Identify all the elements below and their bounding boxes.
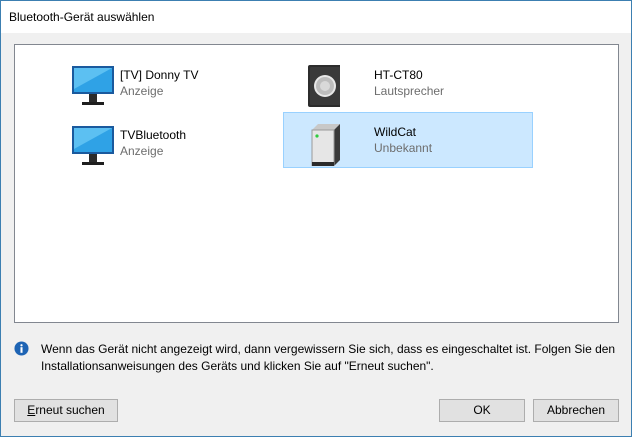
device-item-tvbluetooth[interactable]: TVBluetooth Anzeige xyxy=(57,116,305,170)
title-bar: Bluetooth-Gerät auswählen xyxy=(1,1,631,33)
device-type: Anzeige xyxy=(120,144,164,158)
unknown-device-icon xyxy=(311,124,340,166)
device-item-wildcat[interactable]: WildCat Unbekannt xyxy=(283,112,533,168)
cancel-button[interactable]: Abbrechen xyxy=(533,399,619,422)
device-name: HT-CT80 xyxy=(374,68,423,82)
device-item-ht-ct80[interactable]: HT-CT80 Lautsprecher xyxy=(283,56,531,110)
device-name: [TV] Donny TV xyxy=(120,68,199,82)
device-list[interactable]: [TV] Donny TV Anzeige HT-CT80 Lautsprech… xyxy=(14,44,619,323)
device-type: Lautsprecher xyxy=(374,84,445,98)
info-message: Wenn das Gerät nicht angezeigt wird, dan… xyxy=(41,342,616,373)
retry-search-button[interactable]: Erneut suchen xyxy=(14,399,118,422)
device-name: TVBluetooth xyxy=(120,128,187,142)
retry-label: rneut suchen xyxy=(35,403,105,417)
speaker-icon xyxy=(308,65,340,107)
device-type: Anzeige xyxy=(120,84,164,98)
device-item-donny-tv[interactable]: [TV] Donny TV Anzeige xyxy=(57,56,305,110)
device-type: Unbekannt xyxy=(374,141,433,155)
window-title: Bluetooth-Gerät auswählen xyxy=(9,10,155,24)
device-name: WildCat xyxy=(374,125,417,139)
monitor-icon xyxy=(72,66,114,105)
bluetooth-dialog: Bluetooth-Gerät auswählen [TV] Donny TV … xyxy=(0,0,632,437)
monitor-icon xyxy=(72,126,114,165)
ok-button[interactable]: OK xyxy=(439,399,525,422)
info-icon xyxy=(14,341,29,356)
